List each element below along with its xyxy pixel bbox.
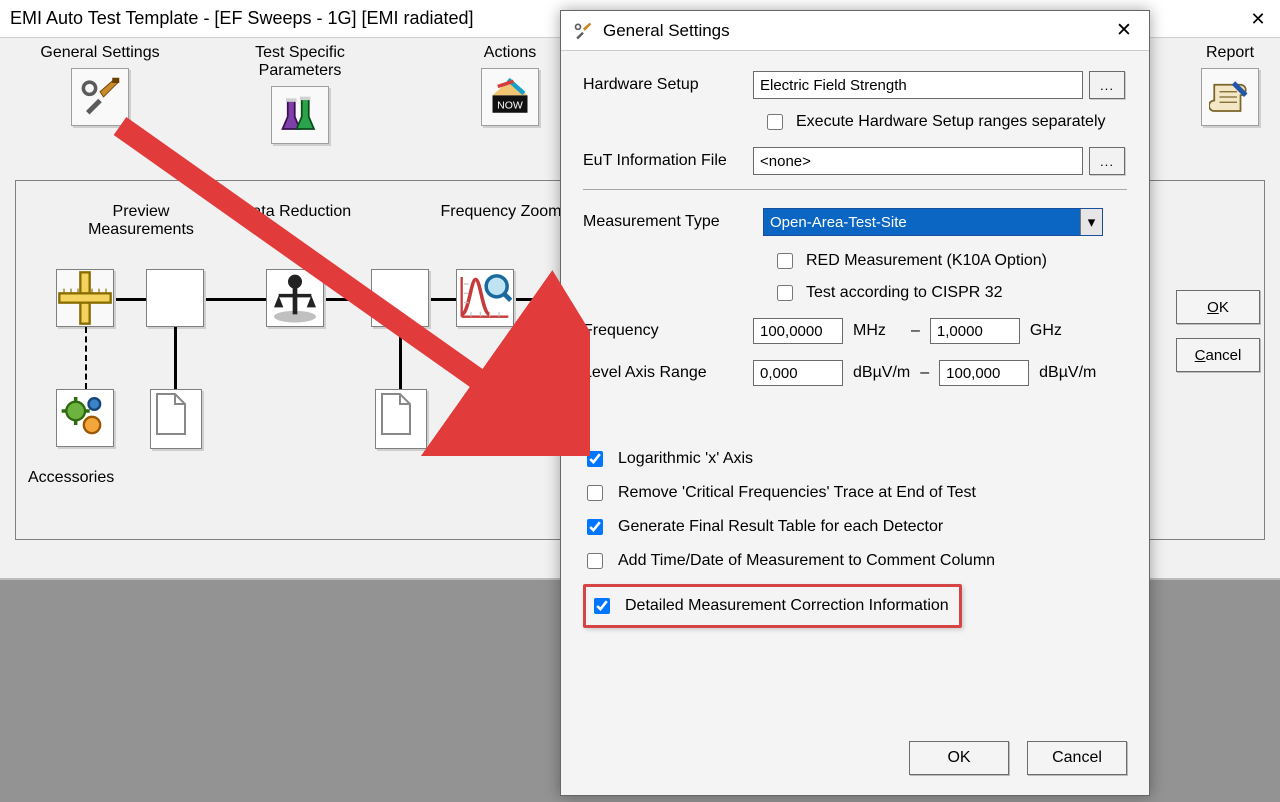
scroll-pen-icon [1209,76,1251,118]
hw-setup-input[interactable] [753,71,1083,99]
cat-general-label: General Settings [20,44,180,62]
doc-node-1[interactable] [150,389,202,449]
dialog-ok-button[interactable]: OK [909,741,1009,775]
ruler-icon [57,270,113,326]
flow-zoom-label: Frequency Zoom [421,203,581,221]
add-timedate-label: Add Time/Date of Measurement to Comment … [618,552,995,570]
tools-icon [79,76,121,118]
level-to-unit: dBµV/m [1039,364,1096,382]
main-close-button[interactable]: ✕ [1236,0,1280,38]
hw-separate-label: Execute Hardware Setup ranges separately [796,113,1106,131]
level-range-label: Level Axis Range [583,364,743,382]
meas-type-label: Measurement Type [583,213,763,231]
cat-specific-label: Test Specific Parameters [230,44,370,80]
red-measurement-label: RED Measurement (K10A Option) [806,252,1047,270]
report-button[interactable] [1201,68,1259,126]
actions-button[interactable]: NOW [481,68,539,126]
level-from-input[interactable] [753,360,843,386]
cat-actions-label: Actions [450,44,570,62]
dialog-close-button[interactable]: ✕ [1111,18,1137,44]
level-from-unit: dBµV/m [853,364,910,382]
document-icon [151,390,191,438]
reduction-node[interactable] [266,269,324,327]
gen-final-label: Generate Final Result Table for each Det… [618,518,943,536]
flow-v1 [174,327,177,397]
main-title: EMI Auto Test Template - [EF Sweeps - 1G… [10,8,474,29]
accessories-label: Accessories [28,469,114,487]
hw-browse-button[interactable]: ... [1089,71,1125,99]
spectrum-zoom-icon [457,270,513,326]
flow-reduction-label: Data Reduction [226,203,366,221]
beakers-icon [279,94,321,136]
gears-icon [57,390,113,446]
level-to-input[interactable] [939,360,1029,386]
general-settings-dialog: General Settings ✕ Hardware Setup ... Ex… [560,10,1150,796]
cispr32-checkbox[interactable] [777,285,793,301]
tools-icon [573,21,593,41]
test-specific-button[interactable] [271,86,329,144]
freq-from-unit: MHz [853,322,901,340]
svg-text:NOW: NOW [497,99,523,111]
empty-node-2[interactable] [371,269,429,327]
logx-label: Logarithmic 'x' Axis [618,450,753,468]
main-ok-button[interactable]: OK [1176,290,1260,324]
hw-separate-checkbox[interactable] [767,114,783,130]
meas-type-value: Open-Area-Test-Site [770,214,907,231]
red-measurement-checkbox[interactable] [777,253,793,269]
document-icon [376,390,416,438]
action-now-icon: NOW [489,76,531,118]
eut-file-input[interactable] [753,147,1083,175]
detailed-correction-checkbox[interactable] [594,598,610,614]
freq-to-input[interactable] [930,318,1020,344]
dialog-cancel-button[interactable]: Cancel [1027,741,1127,775]
freq-label: Frequency [583,322,743,340]
accessory-gears-node[interactable] [56,389,114,447]
remove-crit-checkbox[interactable] [587,485,603,501]
separator [583,189,1127,190]
balance-icon [267,270,323,326]
dash: – [920,364,929,382]
empty-node-1[interactable] [146,269,204,327]
flow-preview-label: Preview Measurements [66,203,216,239]
remove-crit-label: Remove 'Critical Frequencies' Trace at E… [618,484,976,502]
dash: – [911,322,920,340]
cispr32-label: Test according to CISPR 32 [806,284,1003,302]
hw-setup-label: Hardware Setup [583,76,753,94]
doc-node-2[interactable] [375,389,427,449]
general-settings-button[interactable] [71,68,129,126]
highlight-annotation: Detailed Measurement Correction Informat… [583,584,962,628]
cat-report-label: Report [1185,44,1275,62]
logx-checkbox[interactable] [587,451,603,467]
freq-from-input[interactable] [753,318,843,344]
gen-final-checkbox[interactable] [587,519,603,535]
meas-type-combo[interactable]: Open-Area-Test-Site ▾ [763,208,1103,236]
flow-v2 [399,327,402,397]
chevron-down-icon: ▾ [1080,209,1102,235]
freq-to-unit: GHz [1030,322,1078,340]
preview-node[interactable] [56,269,114,327]
detailed-correction-label: Detailed Measurement Correction Informat… [625,597,949,615]
eut-file-label: EuT Information File [583,152,753,170]
dialog-title: General Settings [603,21,730,41]
add-timedate-checkbox[interactable] [587,553,603,569]
main-cancel-button[interactable]: Cancel [1176,338,1260,372]
zoom-node[interactable] [456,269,514,327]
dialog-titlebar: General Settings ✕ [561,11,1149,51]
eut-browse-button[interactable]: ... [1089,147,1125,175]
flow-dash [85,327,87,389]
